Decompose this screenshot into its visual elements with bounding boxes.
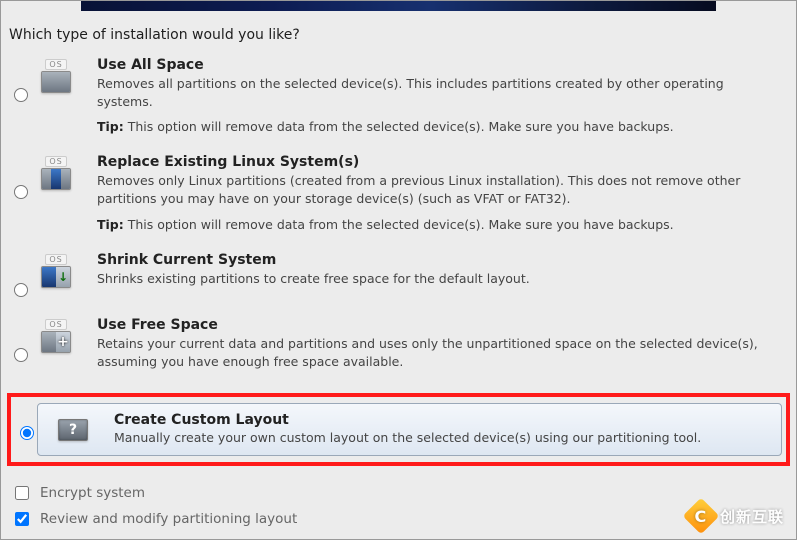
- option-use-free-space[interactable]: OS Use Free Space Retains your current d…: [1, 311, 796, 393]
- option-title: Use Free Space: [97, 317, 778, 333]
- installation-question: Which type of installation would you lik…: [9, 27, 796, 43]
- review-checkbox[interactable]: [15, 512, 29, 526]
- os-tag: OS: [45, 319, 66, 330]
- option-custom[interactable]: ? Create Custom Layout Manually create y…: [37, 403, 782, 456]
- disk-icon-wrap: OS: [31, 317, 81, 353]
- watermark-text: 创新互联: [720, 506, 784, 527]
- option-custom-highlight: ? Create Custom Layout Manually create y…: [7, 393, 790, 466]
- tip-label: Tip:: [97, 217, 124, 232]
- option-shrink[interactable]: OS Shrink Current System Shrinks existin…: [1, 246, 796, 311]
- option-title: Use All Space: [97, 57, 778, 73]
- option-title: Shrink Current System: [97, 252, 778, 268]
- tip-label: Tip:: [97, 119, 124, 134]
- header-banner: [81, 1, 716, 11]
- disk-icon-plus: [41, 331, 71, 353]
- option-title: Replace Existing Linux System(s): [97, 154, 778, 170]
- tip-text: This option will remove data from the se…: [128, 217, 674, 232]
- option-tip: Tip: This option will remove data from t…: [97, 217, 778, 232]
- os-tag: OS: [45, 156, 66, 167]
- option-title: Create Custom Layout: [114, 412, 761, 428]
- review-layout-row[interactable]: Review and modify partitioning layout: [11, 509, 297, 529]
- os-tag: OS: [45, 254, 66, 265]
- option-desc: Retains your current data and partitions…: [97, 335, 778, 371]
- option-replace-linux[interactable]: OS Replace Existing Linux System(s) Remo…: [1, 148, 796, 245]
- tip-text: This option will remove data from the se…: [128, 119, 674, 134]
- radio-replace-linux[interactable]: [14, 185, 28, 199]
- radio-custom[interactable]: [20, 426, 34, 440]
- option-use-all-space[interactable]: OS Use All Space Removes all partitions …: [1, 51, 796, 148]
- disk-icon-wrap: ?: [48, 417, 98, 441]
- radio-use-all-space[interactable]: [14, 88, 28, 102]
- review-label: Review and modify partitioning layout: [40, 511, 297, 527]
- encrypt-system-row[interactable]: Encrypt system: [11, 483, 297, 503]
- disk-icon-wrap: OS: [31, 57, 81, 93]
- disk-icon-wrap: OS: [31, 154, 81, 190]
- disk-icon-blue-middle: [41, 168, 71, 190]
- watermark-icon: C: [683, 498, 720, 535]
- options-group: OS Use All Space Removes all partitions …: [1, 51, 796, 466]
- question-mark-icon: ?: [58, 419, 88, 441]
- bottom-checkbox-group: Encrypt system Review and modify partiti…: [11, 477, 297, 529]
- disk-icon-wrap: OS: [31, 252, 81, 288]
- option-desc: Removes only Linux partitions (created f…: [97, 172, 778, 208]
- option-desc: Shrinks existing partitions to create fr…: [97, 270, 778, 288]
- encrypt-label: Encrypt system: [40, 485, 145, 501]
- os-tag: OS: [45, 59, 66, 70]
- disk-icon-shrink: [41, 266, 71, 288]
- option-desc: Removes all partitions on the selected d…: [97, 75, 778, 111]
- option-tip: Tip: This option will remove data from t…: [97, 119, 778, 134]
- disk-icon-all-gray: [41, 71, 71, 93]
- option-desc: Manually create your own custom layout o…: [114, 429, 761, 447]
- radio-use-free-space[interactable]: [14, 348, 28, 362]
- radio-shrink[interactable]: [14, 283, 28, 297]
- encrypt-checkbox[interactable]: [15, 486, 29, 500]
- watermark: C 创新互联: [688, 503, 784, 529]
